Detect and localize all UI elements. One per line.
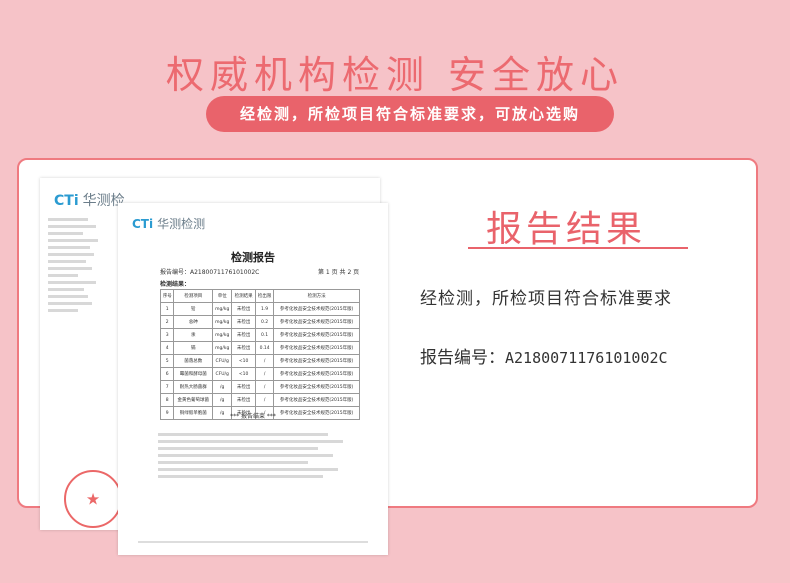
- front-doc-notes: [158, 429, 358, 482]
- table-header-row: 序号 检测项目 单位 检测结果 检出限 检测方法: [159, 289, 360, 303]
- subline-banner: 经检测，所检项目符合标准要求，可放心选购: [206, 96, 614, 132]
- cti-logo-front: CTi 华测检测: [132, 217, 206, 231]
- report-number-value: A2180071176101002C: [505, 349, 668, 367]
- table-row: 2 总砷 mg/kg 未检出 0.2 参考化妆品安全技术规范(2015年版): [159, 315, 360, 329]
- report-number: 报告编号：A2180071176101002C: [420, 343, 668, 368]
- result-table: 序号 检测项目 单位 检测结果 检出限 检测方法 1 铅 mg/kg 未检出 1.9 参考化妆品安…: [159, 289, 360, 420]
- footer-line: [138, 541, 368, 543]
- report-title: 检测报告: [231, 251, 275, 264]
- report-document-front: CTi 华测检测 检测报告 报告编号：A2180071176101002C 第 1…: [118, 203, 388, 555]
- report-number-label: 报告编号：: [420, 348, 505, 368]
- report-ref: 报告编号：A2180071176101002C: [160, 269, 260, 276]
- result-description: 经检测，所检项目符合标准要求: [420, 289, 672, 309]
- result-underline: [468, 247, 688, 249]
- official-stamp-left: ★: [64, 470, 122, 528]
- page-headline: 权威机构检测 安全放心: [165, 53, 625, 97]
- report-end: *** 报告结束 ***: [230, 413, 276, 420]
- report-page: 第 1 页 共 2 页: [318, 269, 360, 276]
- table-row: 3 汞 mg/kg 未检出 0.1 参考化妆品安全技术规范(2015年版): [159, 328, 360, 342]
- table-row: 6 霉菌和酵母菌 CFU/g <10/参考化妆品安全技术规范(2015年版): [159, 367, 360, 381]
- table-row: 1 铅 mg/kg 未检出 1.9 参考化妆品安全技术规范(2015年版): [159, 302, 360, 316]
- report-section: 检测结果：: [160, 281, 191, 288]
- back-doc-lines: [48, 214, 108, 316]
- table-row: 7 耐热大肠菌群/g 未检出 / 参考化妆品安全技术规范(2015年版): [159, 380, 360, 394]
- cti-logo-back: CTi 华测检: [54, 193, 125, 209]
- table-row: 5 菌落总数 CFU/g <10/参考化妆品安全技术规范(2015年版): [159, 354, 360, 368]
- table-row: 8 金黄色葡萄球菌/g 未检出 / 参考化妆品安全技术规范(2015年版): [159, 393, 360, 407]
- table-row: 4 镉 mg/kg 未检出 0.14 参考化妆品安全技术规范(2015年版): [159, 341, 360, 355]
- result-title: 报告结果: [486, 209, 647, 250]
